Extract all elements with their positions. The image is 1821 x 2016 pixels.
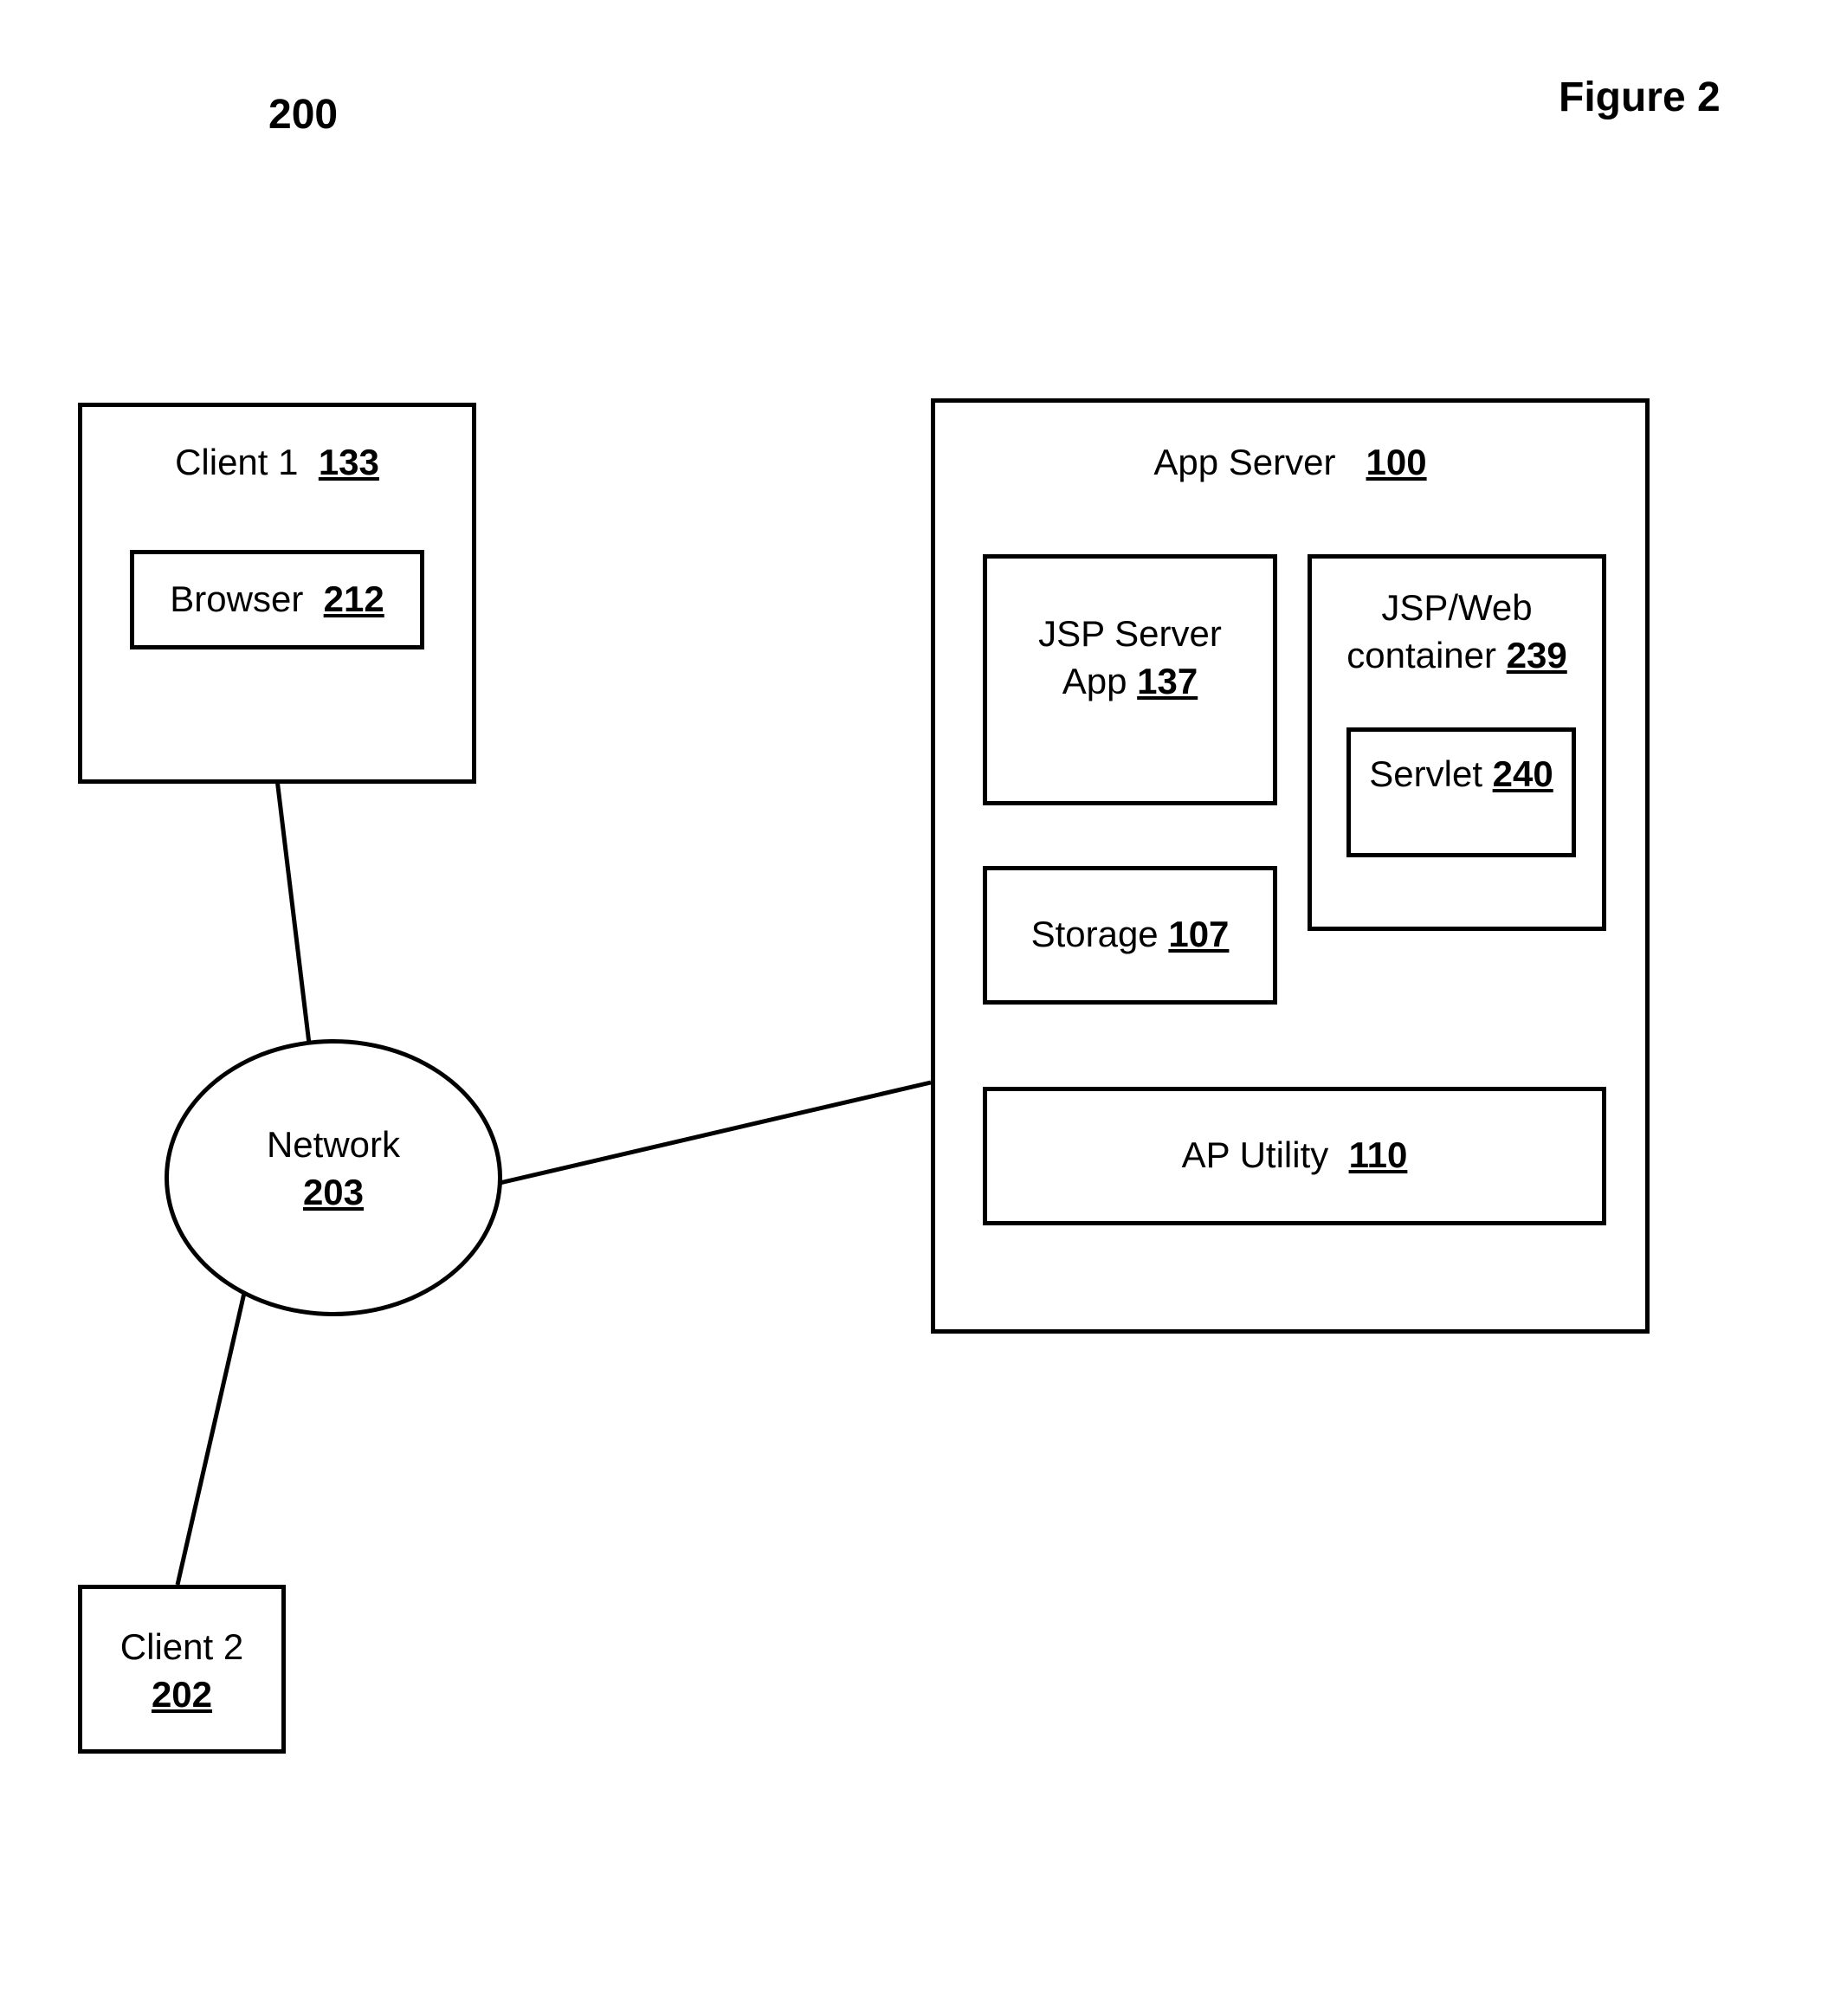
app-server-num: 100 [1366,442,1427,482]
ap-utility-title: AP Utility 110 [987,1134,1602,1176]
servlet-title-text: Servlet [1369,753,1482,794]
servlet-box: Servlet 240 [1346,727,1576,857]
client2-title-text: Client 2 [120,1626,243,1667]
jsp-server-line2: App [1062,661,1127,701]
jsp-web-line2: container [1346,635,1496,675]
network-title: Network 203 [169,1121,498,1216]
storage-title: Storage 107 [987,914,1273,955]
ap-utility-box: AP Utility 110 [983,1087,1606,1225]
jsp-web-num: 239 [1507,635,1567,675]
ap-utility-num: 110 [1349,1134,1408,1175]
browser-title-text: Browser [170,578,303,619]
browser-title: Browser 212 [134,578,420,620]
figure-title-label: Figure 2 [1559,74,1721,121]
jsp-web-title: JSP/Web container 239 [1312,585,1602,679]
storage-title-text: Storage [1031,914,1159,954]
network-title-text: Network [267,1124,400,1165]
client2-num: 202 [152,1674,212,1715]
client1-title: Client 1 133 [82,442,472,483]
servlet-title: Servlet 240 [1351,751,1572,798]
storage-box: Storage 107 [983,866,1277,1005]
jsp-web-box: JSP/Web container 239 Servlet 240 [1308,554,1606,931]
figure-number-label: 200 [268,91,338,139]
browser-box: Browser 212 [130,550,424,649]
jsp-web-line1: JSP/Web [1381,587,1532,628]
client2-box: Client 2 202 [78,1585,286,1754]
app-server-title: App Server 100 [935,442,1645,483]
browser-num: 212 [324,578,384,619]
network-ellipse: Network 203 [165,1039,502,1316]
client1-title-text: Client 1 [175,442,298,482]
client2-title: Client 2 202 [82,1624,281,1718]
client1-box: Client 1 133 Browser 212 [78,403,476,784]
app-server-box: App Server 100 JSP Server App 137 JSP/We… [931,398,1650,1334]
jsp-server-num: 137 [1137,661,1198,701]
ap-utility-title-text: AP Utility [1182,1134,1329,1175]
app-server-title-text: App Server [1153,442,1335,482]
network-num: 203 [303,1172,364,1212]
client1-num: 133 [319,442,379,482]
storage-num: 107 [1168,914,1229,954]
jsp-server-box: JSP Server App 137 [983,554,1277,805]
servlet-num: 240 [1493,753,1553,794]
diagram-canvas: 200 Figure 2 Client 1 133 Browser 212 Ne… [0,0,1821,2016]
jsp-server-line1: JSP Server [1038,613,1222,654]
jsp-server-title: JSP Server App 137 [987,611,1273,705]
